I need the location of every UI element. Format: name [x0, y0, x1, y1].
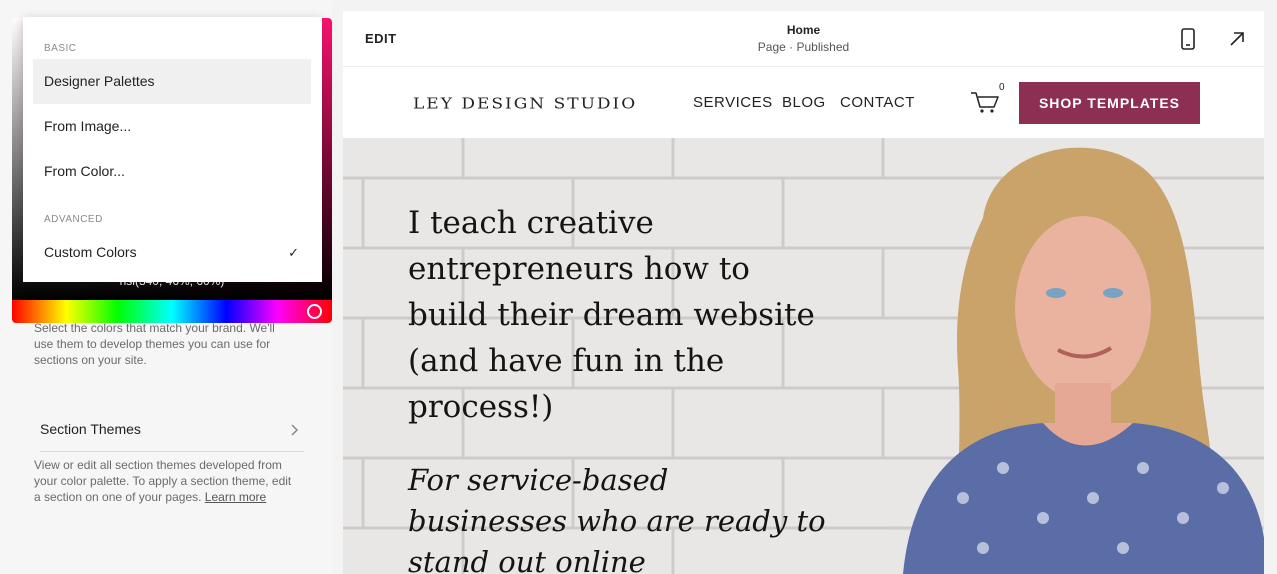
menu-item-from-image[interactable]: From Image... [33, 104, 311, 149]
nav-link-contact[interactable]: CONTACT [840, 94, 915, 111]
page-editor: EDIT Home Page · Published LEY DESIGN ST… [343, 11, 1264, 574]
page-status: Page · Published [757, 40, 850, 54]
open-external-icon[interactable] [1228, 30, 1246, 48]
nav-link-blog[interactable]: BLOG [782, 94, 826, 111]
section-themes-label: Section Themes [40, 421, 141, 437]
site-logo[interactable]: LEY DESIGN STUDIO [413, 96, 637, 113]
menu-item-custom-colors[interactable]: Custom Colors ✓ [33, 230, 311, 275]
menu-item-from-color[interactable]: From Color... [33, 149, 311, 194]
editor-toolbar: EDIT Home Page · Published [343, 11, 1264, 67]
hue-slider-handle[interactable] [307, 304, 322, 319]
menu-item-designer-palettes[interactable]: Designer Palettes [33, 59, 311, 104]
design-panel: hsl(340, 46%, 60%) Select the colors tha… [0, 0, 332, 574]
cart-icon[interactable] [970, 90, 1000, 114]
shop-templates-button[interactable]: SHOP TEMPLATES [1019, 82, 1200, 124]
menu-item-custom-colors-label: Custom Colors [44, 244, 137, 260]
portrait-photo [903, 147, 1264, 574]
cart-count: 0 [999, 82, 1005, 93]
basic-heading: BASIC [44, 43, 77, 54]
mobile-preview-icon[interactable] [1181, 28, 1195, 50]
hero-headline: I teach creative entrepreneurs how to bu… [408, 205, 815, 425]
hero-section[interactable]: I teach creative entrepreneurs how to bu… [343, 138, 1264, 574]
nav-link-services[interactable]: SERVICES [693, 94, 773, 111]
advanced-heading: ADVANCED [44, 214, 103, 225]
learn-more-link[interactable]: Learn more [205, 490, 266, 504]
checkmark-icon: ✓ [288, 245, 299, 260]
hero-subheadline: For service-based businesses who are rea… [408, 463, 826, 574]
section-themes-description: View or edit all section themes develope… [34, 457, 294, 505]
site-header: LEY DESIGN STUDIO SERVICES BLOG CONTACT … [343, 68, 1264, 138]
page-title: Home [786, 23, 821, 37]
section-themes-row[interactable]: Section Themes [40, 418, 304, 452]
chevron-right-icon [291, 424, 299, 436]
palette-description: Select the colors that match your brand.… [34, 321, 275, 367]
palette-source-dropdown: BASIC Designer Palettes From Image... Fr… [23, 17, 322, 282]
